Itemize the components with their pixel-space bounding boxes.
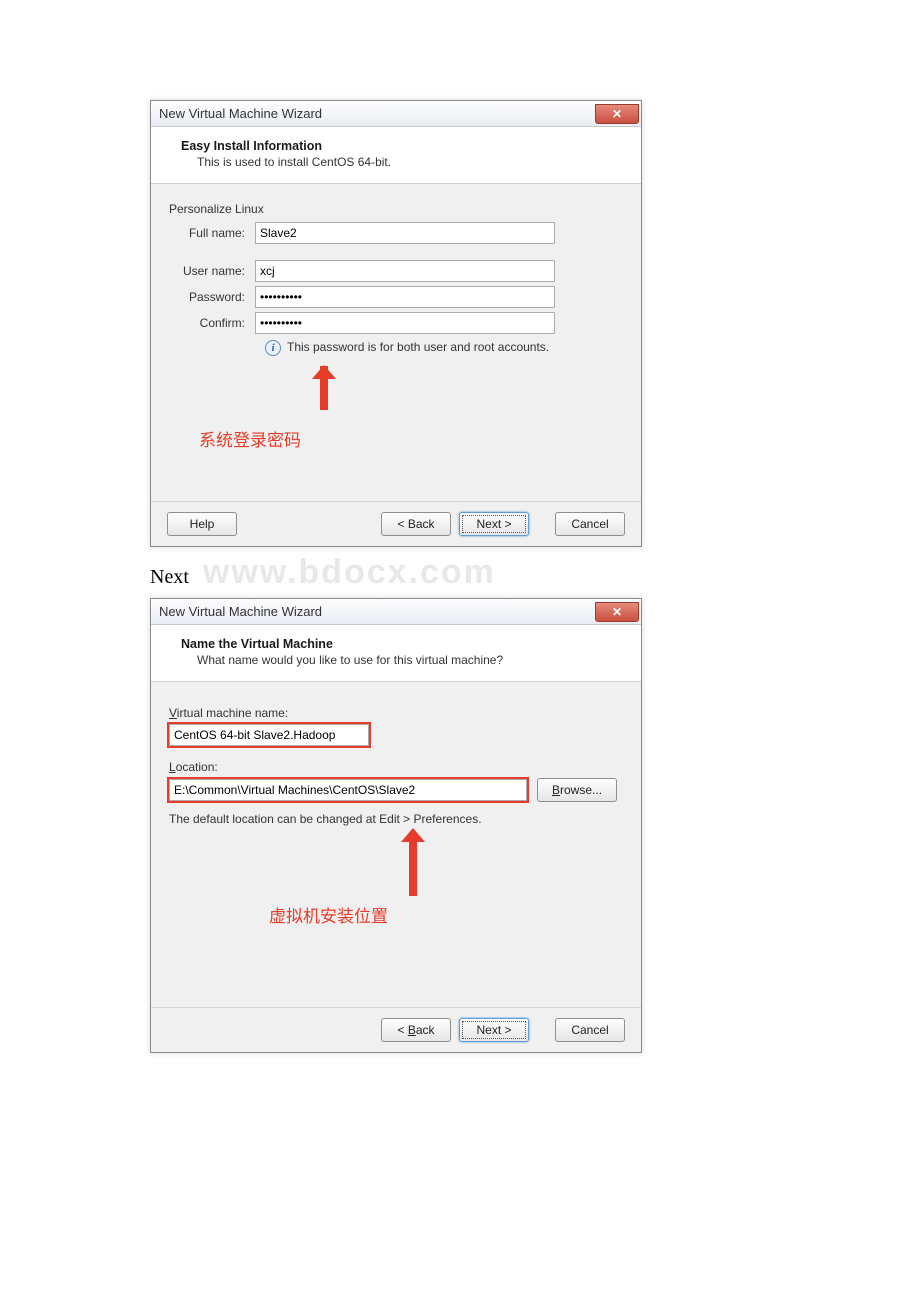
confirm-label: Confirm: [169,316,255,330]
annotation-text: 系统登录密码 [199,426,623,451]
close-button[interactable]: ✕ [595,104,639,124]
annotation-arrow-body [409,840,417,896]
watermark-text: www.bdocx.com [203,553,496,592]
full-name-input[interactable] [255,222,555,244]
caption-next: Next [150,566,189,589]
close-button[interactable]: ✕ [595,602,639,622]
section-label: Personalize Linux [169,202,623,216]
next-button[interactable]: Next > [459,512,529,536]
window-title: New Virtual Machine Wizard [159,106,322,121]
info-text: This password is for both user and root … [287,340,549,354]
close-icon: ✕ [612,107,622,121]
titlebar[interactable]: New Virtual Machine Wizard ✕ [151,101,641,127]
vm-name-label: Virtual machine name: [169,706,623,720]
header-subtitle: What name would you like to use for this… [181,653,627,667]
footer-pane: < Back Next > Cancel [151,1007,641,1052]
full-name-label: Full name: [169,226,255,240]
user-name-input[interactable] [255,260,555,282]
header-pane: Easy Install Information This is used to… [151,127,641,184]
page-caption-row: Next www.bdocx.com [150,553,770,592]
location-highlight [169,779,527,801]
wizard-dialog-name-vm: New Virtual Machine Wizard ✕ Name the Vi… [150,598,642,1053]
vm-name-highlight [169,724,369,746]
location-input[interactable] [169,779,527,801]
info-row: i This password is for both user and roo… [265,340,623,356]
body-pane: Personalize Linux Full name: User name: … [151,184,641,501]
body-pane: Virtual machine name: Location: Browse..… [151,682,641,1007]
confirm-input[interactable] [255,312,555,334]
footer-pane: Help < Back Next > Cancel [151,501,641,546]
header-pane: Name the Virtual Machine What name would… [151,625,641,682]
wizard-dialog-easy-install: New Virtual Machine Wizard ✕ Easy Instal… [150,100,642,547]
cancel-button[interactable]: Cancel [555,512,625,536]
vm-name-input[interactable] [169,724,369,746]
user-name-label: User name: [169,264,255,278]
header-title: Easy Install Information [181,139,627,153]
annotation-arrow-icon [312,365,336,379]
next-button[interactable]: Next > [459,1018,529,1042]
header-subtitle: This is used to install CentOS 64-bit. [181,155,627,169]
titlebar[interactable]: New Virtual Machine Wizard ✕ [151,599,641,625]
location-label: Location: [169,760,623,774]
password-input[interactable] [255,286,555,308]
default-location-note: The default location can be changed at E… [169,812,623,826]
help-button[interactable]: Help [167,512,237,536]
cancel-button[interactable]: Cancel [555,1018,625,1042]
browse-button[interactable]: Browse... [537,778,617,802]
annotation-text: 虚拟机安装位置 [269,902,623,927]
window-title: New Virtual Machine Wizard [159,604,322,619]
back-button[interactable]: < Back [381,1018,451,1042]
close-icon: ✕ [612,605,622,619]
password-label: Password: [169,290,255,304]
back-button[interactable]: < Back [381,512,451,536]
header-title: Name the Virtual Machine [181,637,627,651]
info-icon: i [265,340,281,356]
